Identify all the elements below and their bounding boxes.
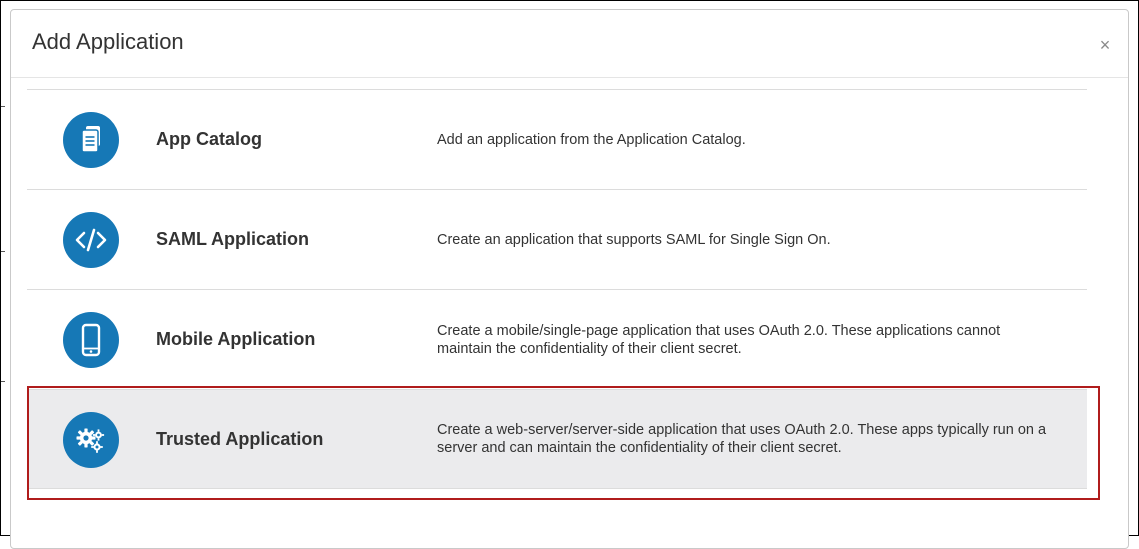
option-description: Add an application from the Application …: [437, 131, 746, 148]
code-icon: [63, 212, 119, 268]
option-name: SAML Application: [156, 229, 309, 249]
option-name: App Catalog: [156, 129, 262, 149]
option-name: Mobile Application: [156, 329, 316, 349]
mobile-phone-icon: [63, 312, 119, 368]
background-edge-mark: [1, 251, 5, 252]
option-mobile-application[interactable]: Mobile Application Create a mobile/singl…: [27, 290, 1087, 390]
screenshot-frame: Add Application × App Catalog Add an app…: [0, 0, 1139, 549]
option-description: Create an application that supports SAML…: [437, 231, 831, 248]
background-edge-mark: [1, 106, 5, 107]
option-description: Create a mobile/single-page application …: [437, 322, 1001, 357]
gears-icon: [63, 412, 119, 468]
dialog-header: Add Application ×: [11, 10, 1128, 78]
document-icon: [63, 112, 119, 168]
close-icon: ×: [1099, 35, 1111, 55]
application-type-list: App Catalog Add an application from the …: [27, 89, 1087, 489]
option-name: Trusted Application: [156, 428, 324, 449]
option-app-catalog[interactable]: App Catalog Add an application from the …: [27, 90, 1087, 190]
dialog-title: Add Application: [32, 29, 184, 54]
background-edge-mark: [1, 381, 5, 382]
option-trusted-application[interactable]: Trusted Application Create a web-server/…: [27, 390, 1087, 489]
option-description: Create a web-server/server-side applicat…: [437, 422, 1047, 456]
close-button[interactable]: ×: [1096, 36, 1114, 54]
option-saml-application[interactable]: SAML Application Create an application t…: [27, 190, 1087, 290]
